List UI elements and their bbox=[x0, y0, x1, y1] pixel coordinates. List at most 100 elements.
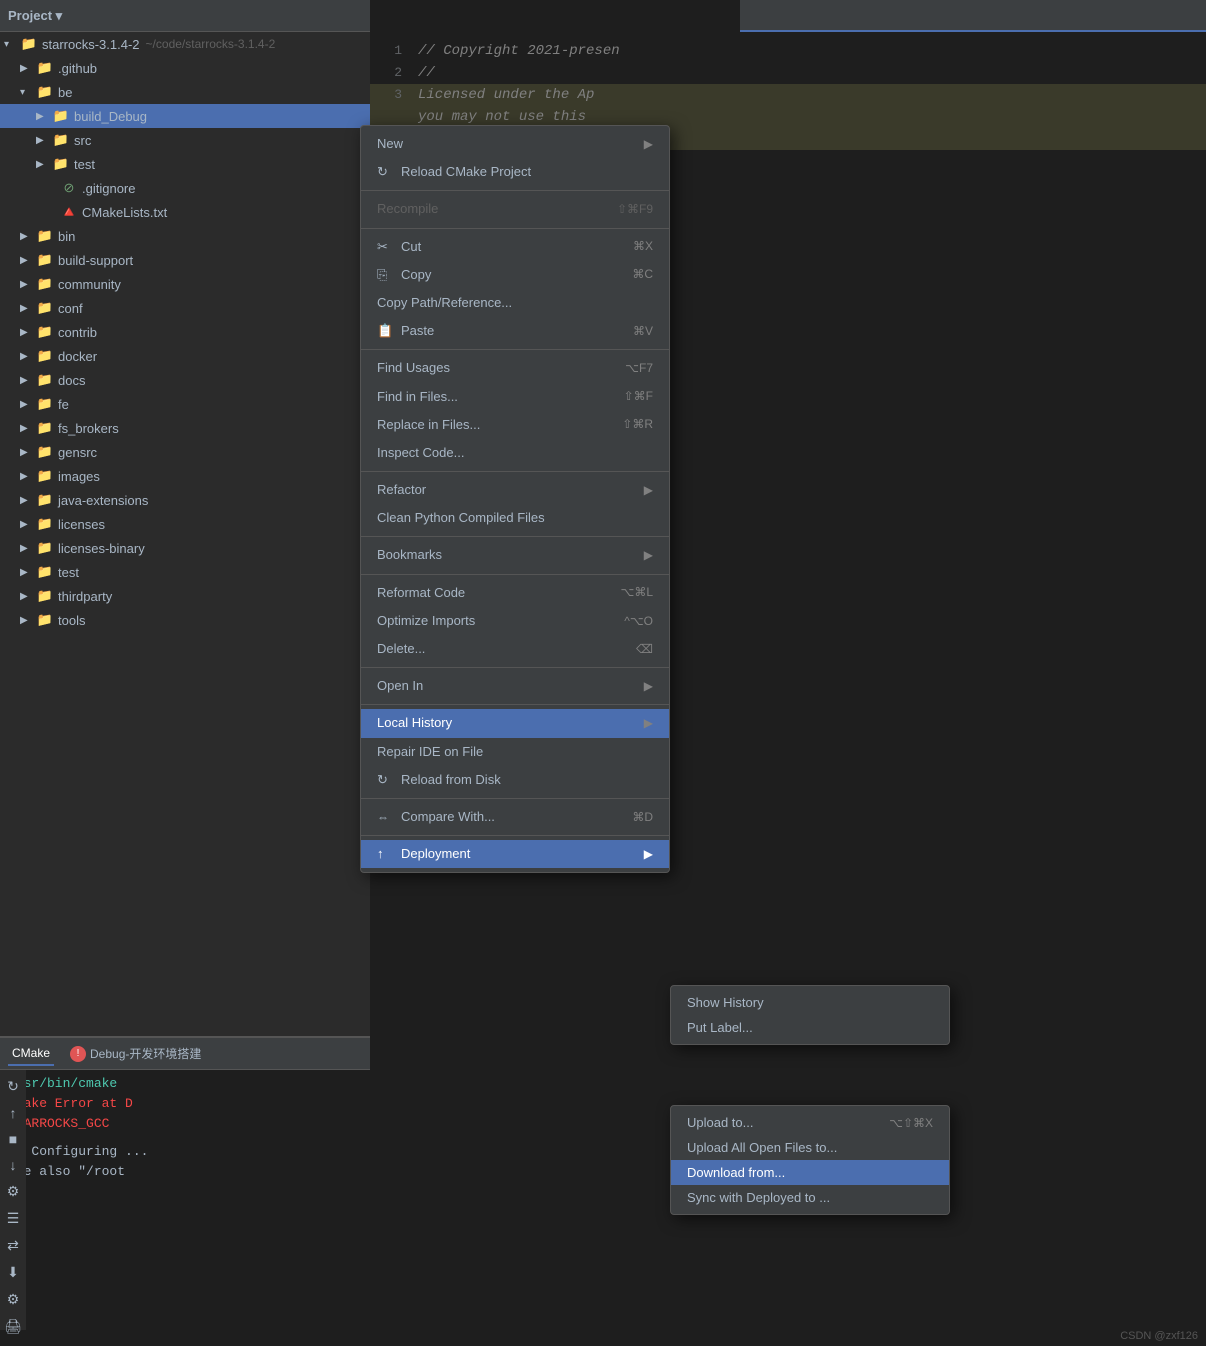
toolbar-icon-print[interactable]: 🖨 bbox=[3, 1318, 23, 1335]
tree-item-community[interactable]: ▶ 📁 community bbox=[0, 272, 370, 296]
toolbar-icon-settings[interactable]: ⚙ bbox=[3, 1183, 23, 1200]
tree-item-test-root[interactable]: ▶ 📁 test bbox=[0, 560, 370, 584]
tree-item-gitignore[interactable]: ▶ ⊘ .gitignore bbox=[0, 176, 370, 200]
submenu-item-sync-deployed[interactable]: Sync with Deployed to ... bbox=[671, 1185, 949, 1210]
tree-item-label: fs_brokers bbox=[58, 421, 119, 436]
line-content: // bbox=[418, 62, 435, 84]
fs-brokers-arrow: ▶ bbox=[20, 423, 36, 434]
community-arrow: ▶ bbox=[20, 279, 36, 290]
menu-item-replace-files[interactable]: Replace in Files... ⇧⌘R bbox=[361, 411, 669, 439]
menu-item-label: Open In bbox=[377, 677, 636, 695]
menu-item-reformat[interactable]: Reformat Code ⌥⌘L bbox=[361, 579, 669, 607]
toolbar-icon-sync[interactable]: ⇄ bbox=[3, 1237, 23, 1254]
tree-item-fe[interactable]: ▶ 📁 fe bbox=[0, 392, 370, 416]
menu-item-copy-path[interactable]: Copy Path/Reference... bbox=[361, 289, 669, 317]
tree-item-thirdparty[interactable]: ▶ 📁 thirdparty bbox=[0, 584, 370, 608]
tree-item-conf[interactable]: ▶ 📁 conf bbox=[0, 296, 370, 320]
tree-item-docs[interactable]: ▶ 📁 docs bbox=[0, 368, 370, 392]
tree-item-images[interactable]: ▶ 📁 images bbox=[0, 464, 370, 488]
docs-arrow: ▶ bbox=[20, 375, 36, 386]
toolbar-icon-download[interactable]: ⬇ bbox=[3, 1264, 23, 1281]
menu-item-compare[interactable]: ⇔ Compare With... ⌘D bbox=[361, 803, 669, 831]
tree-item-contrib[interactable]: ▶ 📁 contrib bbox=[0, 320, 370, 344]
menu-item-deployment[interactable]: ↑ Deployment ▶ bbox=[361, 840, 669, 868]
tree-item-licenses-binary[interactable]: ▶ 📁 licenses-binary bbox=[0, 536, 370, 560]
toolbar-icon-settings2[interactable]: ⚙ bbox=[3, 1291, 23, 1308]
menu-item-optimize[interactable]: Optimize Imports ^⌥O bbox=[361, 607, 669, 635]
copy-icon: ⎘ bbox=[377, 266, 395, 284]
separator-5 bbox=[361, 536, 669, 537]
tree-item-label: be bbox=[58, 85, 72, 100]
submenu-item-show-history[interactable]: Show History bbox=[671, 990, 949, 1015]
menu-item-local-history[interactable]: Local History ▶ bbox=[361, 709, 669, 737]
tree-item-build-support[interactable]: ▶ 📁 build-support bbox=[0, 248, 370, 272]
submenu-item-download-from[interactable]: Download from... bbox=[671, 1160, 949, 1185]
menu-item-delete[interactable]: Delete... ⌫ bbox=[361, 635, 669, 663]
submenu-item-upload-to[interactable]: Upload to... ⌥⇧⌘X bbox=[671, 1110, 949, 1135]
toolbar-icon-list[interactable]: ☰ bbox=[3, 1210, 23, 1227]
submenu-label: Download from... bbox=[687, 1165, 785, 1180]
menu-item-repair-ide[interactable]: Repair IDE on File bbox=[361, 738, 669, 766]
submenu-item-put-label[interactable]: Put Label... bbox=[671, 1015, 949, 1040]
be-folder-icon: 📁 bbox=[36, 83, 54, 101]
tree-item-label: docs bbox=[58, 373, 85, 388]
menu-item-cut[interactable]: ✂ Cut ⌘X bbox=[361, 233, 669, 261]
tree-item-cmakelists[interactable]: ▶ 🔺 CMakeLists.txt bbox=[0, 200, 370, 224]
thirdparty-arrow: ▶ bbox=[20, 591, 36, 602]
tree-item-docker[interactable]: ▶ 📁 docker bbox=[0, 344, 370, 368]
tree-item-be[interactable]: ▾ 📁 be bbox=[0, 80, 370, 104]
tree-item-label: bin bbox=[58, 229, 75, 244]
separator-1 bbox=[361, 190, 669, 191]
toolbar-icon-down[interactable]: ↓ bbox=[3, 1157, 23, 1173]
menu-item-bookmarks[interactable]: Bookmarks ▶ bbox=[361, 541, 669, 569]
contrib-arrow: ▶ bbox=[20, 327, 36, 338]
menu-item-open-in[interactable]: Open In ▶ bbox=[361, 672, 669, 700]
tree-item-test-be[interactable]: ▶ 📁 test bbox=[0, 152, 370, 176]
fs-brokers-icon: 📁 bbox=[36, 419, 54, 437]
cmake-tab-label: CMake bbox=[12, 1046, 50, 1060]
deployment-submenu: Upload to... ⌥⇧⌘X Upload All Open Files … bbox=[670, 1105, 950, 1215]
tree-item-build-debug[interactable]: ▶ 📁 build_Debug bbox=[0, 104, 370, 128]
tree-item-github[interactable]: ▶ 📁 .github bbox=[0, 56, 370, 80]
cut-icon: ✂ bbox=[377, 238, 395, 256]
separator-6 bbox=[361, 574, 669, 575]
toolbar-icon-stop[interactable]: ■ bbox=[3, 1131, 23, 1147]
images-arrow: ▶ bbox=[20, 471, 36, 482]
toolbar-icon-up[interactable]: ↑ bbox=[3, 1105, 23, 1121]
menu-item-inspect[interactable]: Inspect Code... bbox=[361, 439, 669, 467]
error-badge: ! bbox=[70, 1046, 86, 1062]
toolbar-icon-reload[interactable]: ↻ bbox=[3, 1078, 23, 1095]
line-content: Licensed under the Ap bbox=[418, 84, 594, 106]
tree-item-java-ext[interactable]: ▶ 📁 java-extensions bbox=[0, 488, 370, 512]
menu-item-find-usages[interactable]: Find Usages ⌥F7 bbox=[361, 354, 669, 382]
project-header: Project ▾ bbox=[0, 0, 370, 32]
tab-cmake[interactable]: CMake bbox=[8, 1042, 54, 1066]
menu-item-label: Replace in Files... bbox=[377, 416, 598, 434]
tree-item-label: .github bbox=[58, 61, 97, 76]
bin-arrow: ▶ bbox=[20, 231, 36, 242]
gensrc-arrow: ▶ bbox=[20, 447, 36, 458]
menu-item-copy[interactable]: ⎘ Copy ⌘C bbox=[361, 261, 669, 289]
line-content: // Copyright 2021-presen bbox=[418, 40, 620, 62]
submenu-label: Sync with Deployed to ... bbox=[687, 1190, 830, 1205]
menu-item-clean-python[interactable]: Clean Python Compiled Files bbox=[361, 504, 669, 532]
tab-debug[interactable]: ! Debug-开发环境搭建 bbox=[70, 1045, 201, 1062]
tree-item-fs-brokers[interactable]: ▶ 📁 fs_brokers bbox=[0, 416, 370, 440]
tree-item-src[interactable]: ▶ 📁 src bbox=[0, 128, 370, 152]
menu-item-paste[interactable]: 📋 Paste ⌘V bbox=[361, 317, 669, 345]
bin-folder-icon: 📁 bbox=[36, 227, 54, 245]
menu-item-reload-disk[interactable]: ↻ Reload from Disk bbox=[361, 766, 669, 794]
menu-item-reload-cmake[interactable]: ↻ Reload CMake Project bbox=[361, 158, 669, 186]
tree-item-gensrc[interactable]: ▶ 📁 gensrc bbox=[0, 440, 370, 464]
local-history-submenu: Show History Put Label... bbox=[670, 985, 950, 1045]
menu-item-find-files[interactable]: Find in Files... ⇧⌘F bbox=[361, 383, 669, 411]
menu-item-new[interactable]: New ▶ bbox=[361, 130, 669, 158]
tree-item-bin[interactable]: ▶ 📁 bin bbox=[0, 224, 370, 248]
submenu-item-upload-all[interactable]: Upload All Open Files to... bbox=[671, 1135, 949, 1160]
tree-item-tools[interactable]: ▶ 📁 tools bbox=[0, 608, 370, 632]
tree-item-licenses[interactable]: ▶ 📁 licenses bbox=[0, 512, 370, 536]
tree-root[interactable]: ▾ 📁 starrocks-3.1.4-2 ~/code/starrocks-3… bbox=[0, 32, 370, 56]
project-panel: Project ▾ ▾ 📁 starrocks-3.1.4-2 ~/code/s… bbox=[0, 0, 370, 1346]
menu-item-refactor[interactable]: Refactor ▶ bbox=[361, 476, 669, 504]
menu-item-label: Find in Files... bbox=[377, 388, 600, 406]
